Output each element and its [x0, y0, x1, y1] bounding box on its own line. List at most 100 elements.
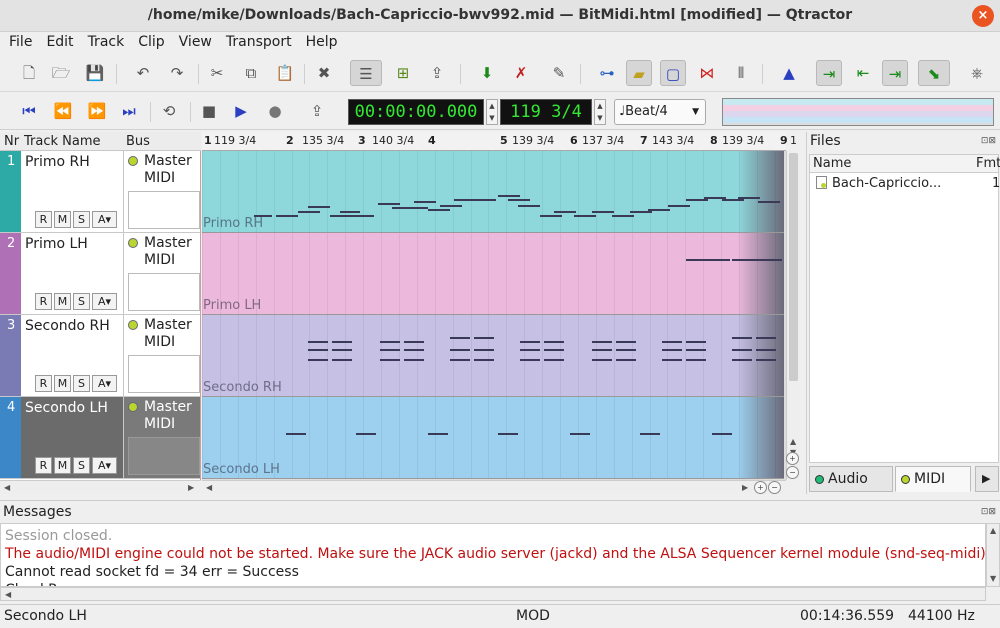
- scroll-right-icon[interactable]: ▶: [188, 483, 194, 492]
- scroll-down-icon[interactable]: ▼: [990, 574, 996, 583]
- files-header-name[interactable]: Name: [813, 156, 851, 171]
- copy-icon[interactable]: ⧉: [238, 60, 264, 86]
- scroll-left-icon[interactable]: ◀: [4, 483, 10, 492]
- remove-track-icon[interactable]: ✗: [508, 60, 534, 86]
- track-row[interactable]: 1 Primo RH R M S A▾ Master MIDI: [0, 151, 200, 233]
- track-bus[interactable]: Master MIDI: [123, 151, 200, 232]
- messages-vscroll[interactable]: ▲ ▼: [986, 523, 1000, 587]
- preferences-icon[interactable]: ⎈: [964, 60, 990, 86]
- save-icon[interactable]: 💾: [82, 60, 108, 86]
- connections-icon[interactable]: ⊶: [594, 60, 620, 86]
- mixer-faders-icon[interactable]: ⫴: [728, 60, 754, 86]
- add-track-icon[interactable]: ⊞: [390, 60, 416, 86]
- scroll-thumb[interactable]: [789, 153, 798, 381]
- menu-edit[interactable]: Edit: [37, 32, 78, 50]
- scroll-left-icon[interactable]: ◀: [206, 483, 212, 492]
- record-arm-button[interactable]: R: [35, 211, 52, 228]
- punch-icon[interactable]: ⇪: [304, 98, 330, 124]
- record-arm-button[interactable]: R: [35, 293, 52, 310]
- header-nr[interactable]: Nr: [4, 134, 19, 149]
- import-icon[interactable]: ⬇: [474, 60, 500, 86]
- record-arm-button[interactable]: R: [35, 457, 52, 474]
- track-bus[interactable]: Master MIDI: [123, 315, 200, 396]
- track-list-hscroll[interactable]: ◀ ▶: [0, 480, 201, 494]
- loop-start-icon[interactable]: ⇤: [850, 60, 876, 86]
- mute-button[interactable]: M: [54, 293, 71, 310]
- clip-lane[interactable]: Primo LH: [202, 233, 784, 315]
- menu-track[interactable]: Track: [79, 32, 130, 50]
- follow-playhead-icon[interactable]: ⇥: [816, 60, 842, 86]
- clip-lane[interactable]: Primo RH: [202, 151, 784, 233]
- metronome-icon[interactable]: ▲: [776, 60, 802, 86]
- scroll-right-icon[interactable]: ▶: [742, 483, 748, 492]
- loop-end-icon[interactable]: ⇥: [882, 60, 908, 86]
- pencil-icon[interactable]: ✎: [546, 60, 572, 86]
- messages-log[interactable]: Session closed. The audio/MIDI engine cou…: [0, 523, 986, 587]
- scroll-up-icon[interactable]: ▲: [990, 526, 996, 535]
- menu-view[interactable]: View: [170, 32, 217, 50]
- forward-end-icon[interactable]: ⏭: [116, 98, 142, 124]
- header-track-name[interactable]: Track Name: [24, 134, 101, 149]
- record-arm-button[interactable]: R: [35, 375, 52, 392]
- messages-hscroll[interactable]: ◀: [0, 587, 986, 601]
- auto-punch-icon[interactable]: ⬊: [918, 60, 950, 86]
- tab-audio[interactable]: Audio: [809, 466, 893, 492]
- automation-button[interactable]: A▾: [92, 293, 117, 310]
- track-view-vscroll[interactable]: ▲ ▼: [786, 151, 800, 480]
- track-row[interactable]: 2 Primo LH R M S A▾ Master MIDI: [0, 233, 200, 315]
- menu-transport[interactable]: Transport: [217, 32, 297, 50]
- close-icon[interactable]: ×: [972, 5, 994, 27]
- stop-icon[interactable]: ■: [196, 98, 222, 124]
- cut-icon[interactable]: ✂: [204, 60, 230, 86]
- solo-button[interactable]: S: [73, 457, 90, 474]
- mute-button[interactable]: M: [54, 211, 71, 228]
- record-icon[interactable]: ●: [262, 98, 288, 124]
- close-icon[interactable]: ⊡⊠: [981, 136, 996, 146]
- rewind-start-icon[interactable]: ⏮: [16, 98, 42, 124]
- list-item[interactable]: Bach-Capriccio...: [816, 176, 941, 191]
- zoom-out-h-icon[interactable]: −: [768, 481, 781, 494]
- track-row[interactable]: 3 Secondo RH R M S A▾ Master MIDI: [0, 315, 200, 397]
- menu-file[interactable]: File: [0, 32, 37, 50]
- menu-help[interactable]: Help: [297, 32, 343, 50]
- track-view[interactable]: 1 119 3/4 2 135 3/4 3 140 3/4 4 5 139 3/4 6 137 3/…: [202, 132, 797, 480]
- time-spinner[interactable]: ▲ ▼: [486, 99, 498, 125]
- edit-mode-icon[interactable]: ☰: [350, 60, 382, 86]
- paste-icon[interactable]: 📋: [272, 60, 298, 86]
- scroll-up-icon[interactable]: ▲: [790, 437, 796, 446]
- zoom-out-v-icon[interactable]: −: [786, 466, 799, 479]
- scroll-left-icon[interactable]: ◀: [5, 590, 11, 599]
- automation-button[interactable]: A▾: [92, 375, 117, 392]
- fast-forward-icon[interactable]: ⏩: [84, 98, 110, 124]
- automation-button[interactable]: A▾: [92, 457, 117, 474]
- bbt-spinner[interactable]: ▲ ▼: [594, 99, 606, 125]
- zoom-in-h-icon[interactable]: +: [754, 481, 767, 494]
- track-bus[interactable]: Master MIDI: [123, 397, 200, 478]
- snap-dropdown[interactable]: ♩Beat/4 ▼: [614, 99, 706, 125]
- files-header-fmt[interactable]: Fmt: [976, 156, 1000, 171]
- track-bus[interactable]: Master MIDI: [123, 233, 200, 314]
- clip-lane[interactable]: Secondo LH: [202, 397, 784, 479]
- close-icon[interactable]: ⊡⊠: [981, 507, 996, 517]
- mute-button[interactable]: M: [54, 457, 71, 474]
- rewind-icon[interactable]: ⏪: [50, 98, 76, 124]
- mute-button[interactable]: M: [54, 375, 71, 392]
- metronome-red-icon[interactable]: ⋈: [694, 60, 720, 86]
- menu-clip[interactable]: Clip: [129, 32, 169, 50]
- automation-button[interactable]: A▾: [92, 211, 117, 228]
- loop-icon[interactable]: ⟲: [156, 98, 182, 124]
- track-row[interactable]: 4 Secondo LH R M S A▾ Master MIDI: [0, 397, 200, 479]
- tab-midi[interactable]: MIDI: [895, 466, 971, 492]
- session-overview[interactable]: [722, 98, 994, 126]
- track-view-hscroll[interactable]: ◀ ▶ + −: [202, 480, 786, 494]
- redo-icon[interactable]: ↷: [164, 60, 190, 86]
- solo-button[interactable]: S: [73, 293, 90, 310]
- mixer-window-icon[interactable]: ▢: [660, 60, 686, 86]
- tabs-scroll-right-icon[interactable]: ▶: [975, 466, 999, 492]
- file-browser-icon[interactable]: ▰: [626, 60, 652, 86]
- time-ruler[interactable]: 1 119 3/4 2 135 3/4 3 140 3/4 4 5 139 3/4 6 137 3/…: [202, 132, 797, 151]
- header-bus[interactable]: Bus: [126, 134, 150, 149]
- clip-lane[interactable]: Secondo RH: [202, 315, 784, 397]
- play-icon[interactable]: ▶: [228, 98, 254, 124]
- new-file-icon[interactable]: 🗋: [16, 60, 42, 86]
